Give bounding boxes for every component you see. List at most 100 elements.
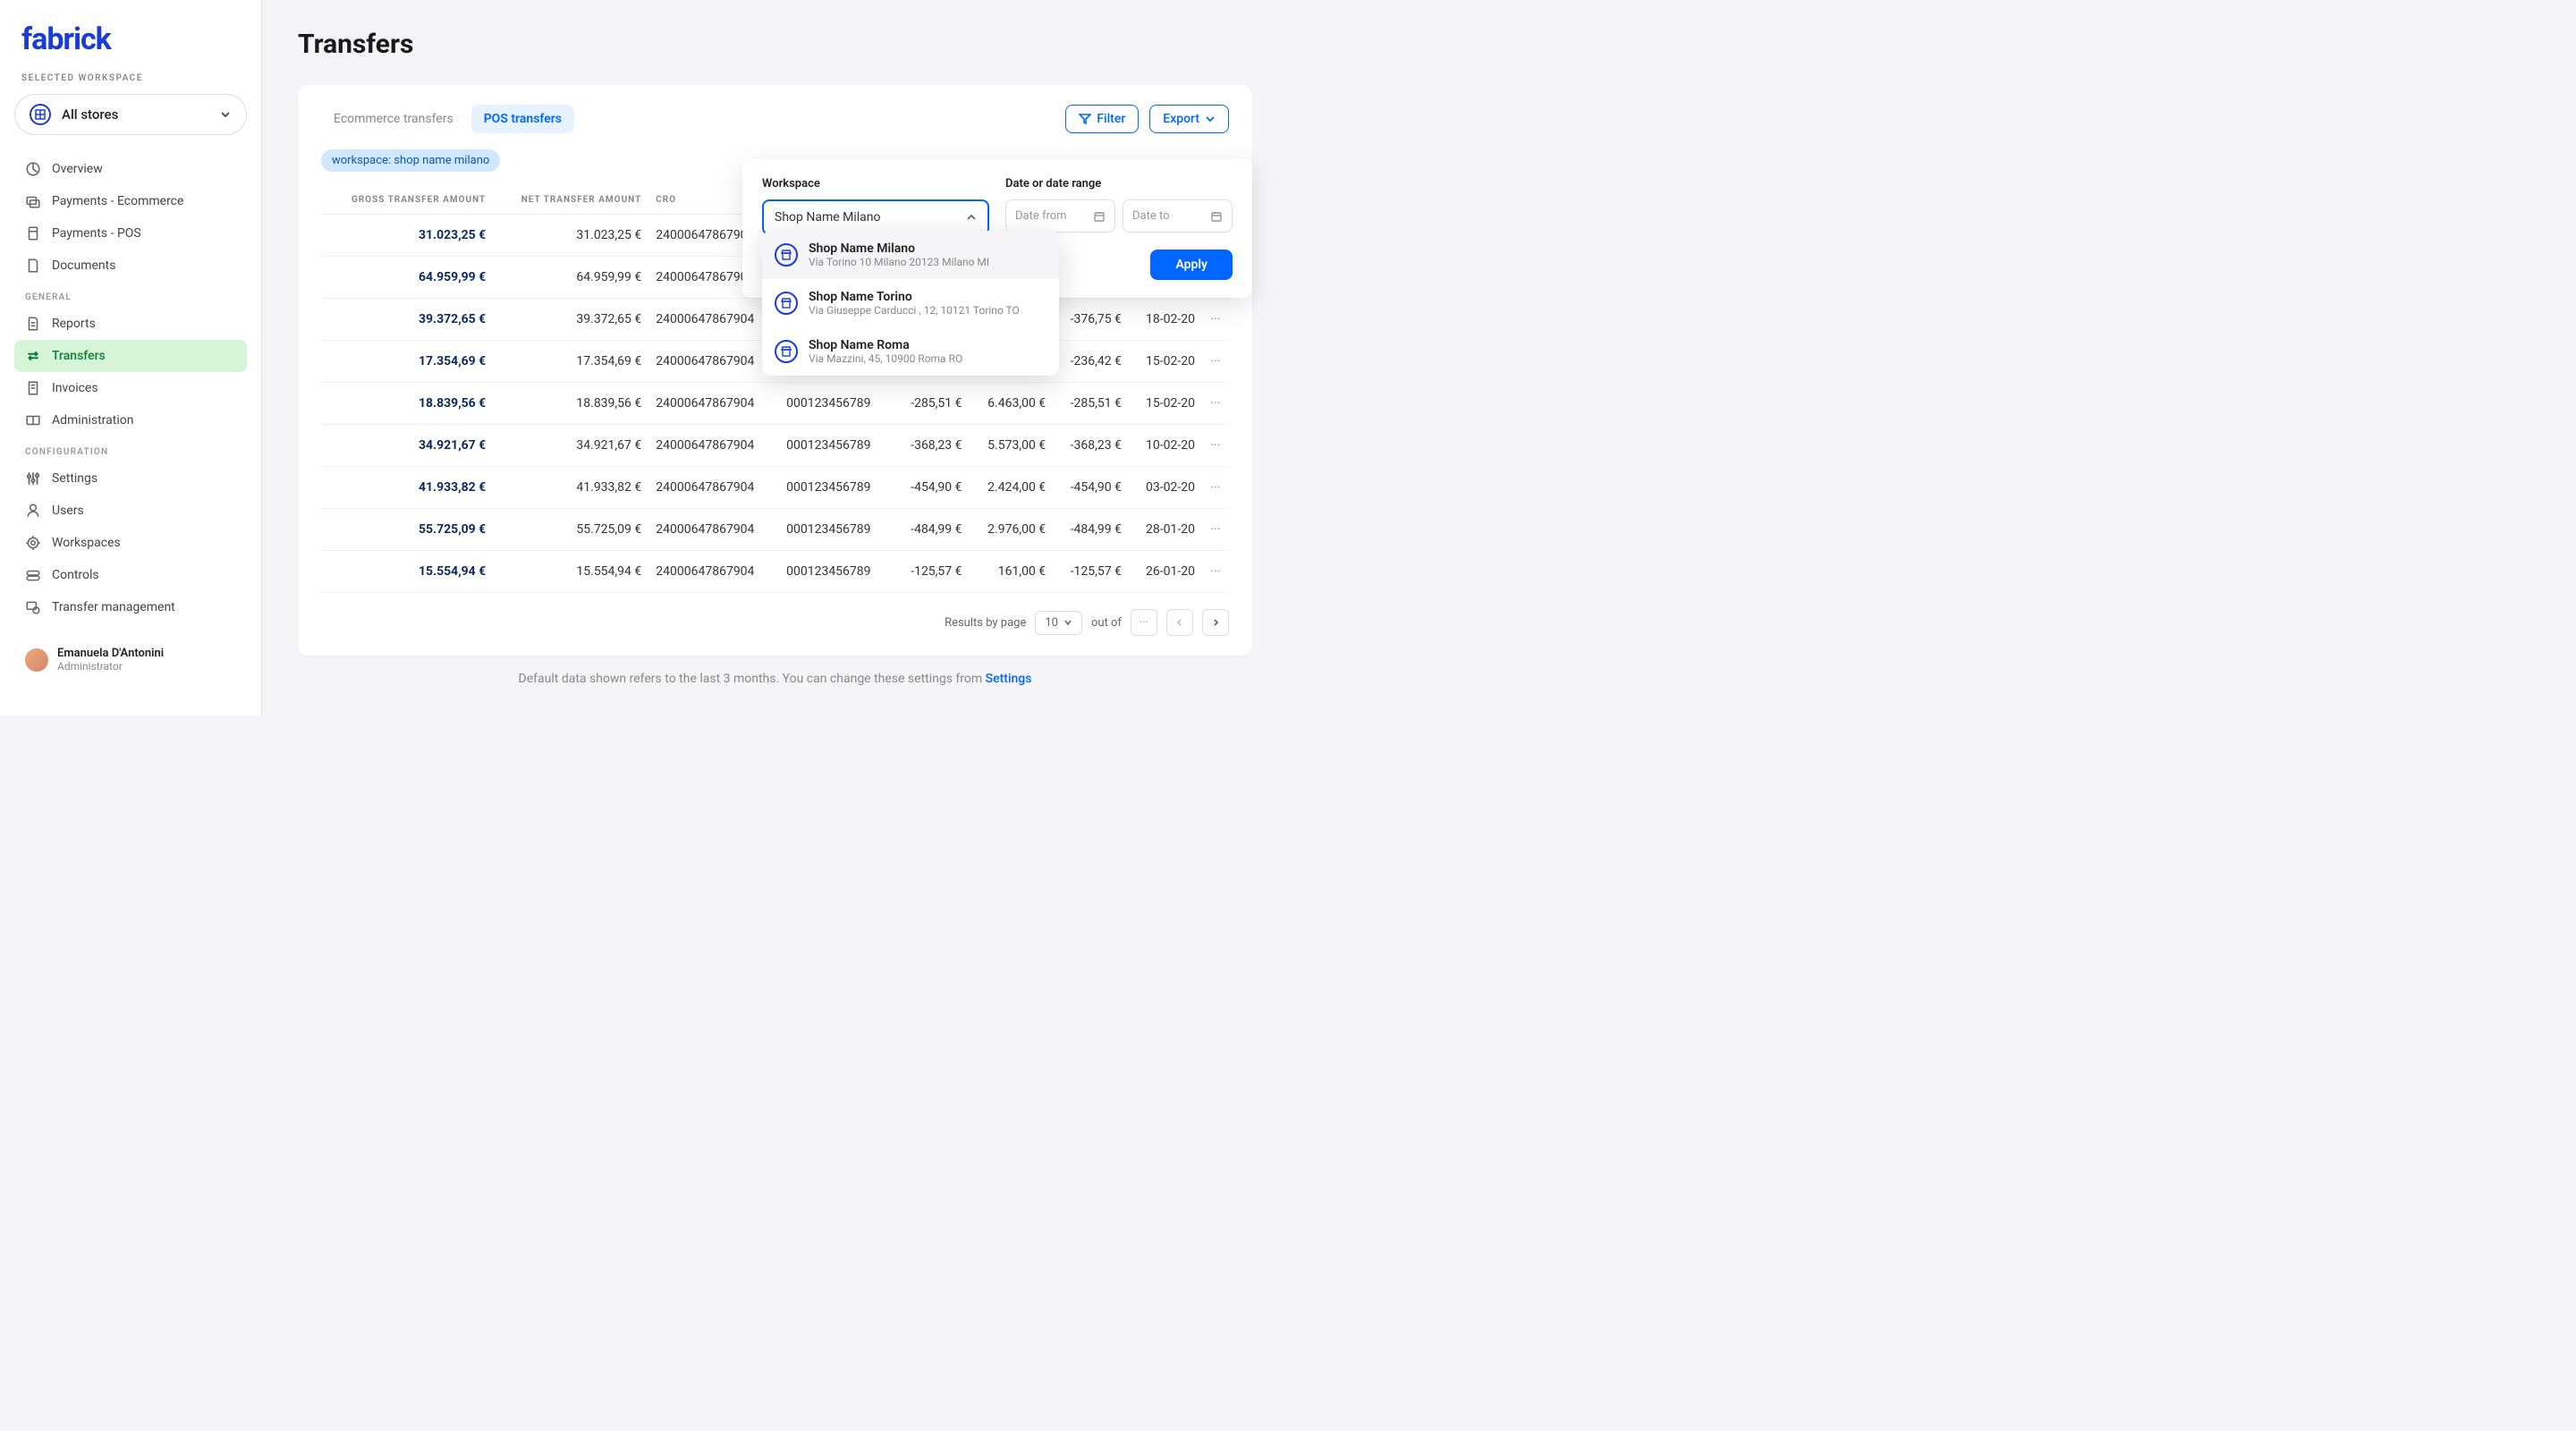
- section-config-header: CONFIGURATION: [14, 436, 247, 462]
- sidebar-item-users[interactable]: Users: [14, 495, 247, 527]
- workspace-option[interactable]: Shop Name RomaVia Mazzini, 45, 10900 Rom…: [762, 327, 1059, 376]
- sidebar-item-settings[interactable]: Settings: [14, 462, 247, 495]
- calendar-icon: [1093, 210, 1106, 223]
- cell-net: 17.354,69 €: [493, 341, 648, 383]
- page-prev-button[interactable]: [1166, 609, 1193, 636]
- nav-label: Administration: [52, 413, 133, 428]
- option-address: Via Mazzini, 45, 10900 Roma RO: [809, 352, 962, 365]
- cell: -376,75 €: [1053, 299, 1129, 341]
- option-name: Shop Name Milano: [809, 241, 989, 256]
- cell-net: 39.372,65 €: [493, 299, 648, 341]
- workspace-select-box[interactable]: Shop Name Milano: [762, 199, 989, 235]
- option-name: Shop Name Roma: [809, 338, 962, 352]
- table-row[interactable]: 41.933,82 €41.933,82 €240006478679040001…: [321, 467, 1229, 509]
- sidebar-item-invoices[interactable]: Invoices: [14, 372, 247, 404]
- results-label: Results by page: [945, 616, 1026, 630]
- user-block[interactable]: Emanuela D'Antonini Administrator: [14, 639, 247, 680]
- sidebar-item-workspaces[interactable]: Workspaces: [14, 527, 247, 559]
- chevron-down-icon: [219, 108, 232, 121]
- cell-gross: 64.959,99 €: [321, 257, 493, 299]
- payments-pos-icon: [25, 225, 41, 241]
- workspace-option[interactable]: Shop Name TorinoVia Giuseppe Carducci , …: [762, 279, 1059, 327]
- sidebar-item-payments-pos[interactable]: Payments - POS: [14, 217, 247, 250]
- row-actions-button[interactable]: ···: [1202, 299, 1229, 341]
- cell: -125,57 €: [894, 551, 970, 593]
- tab-ecommerce-transfers[interactable]: Ecommerce transfers: [321, 105, 466, 133]
- cell: 2.424,00 €: [970, 467, 1054, 509]
- table-row[interactable]: 34.921,67 €34.921,67 €240006478679040001…: [321, 425, 1229, 467]
- cell-gross: 15.554,94 €: [321, 551, 493, 593]
- workspace-selector[interactable]: All stores: [14, 94, 247, 135]
- nav-label: Reports: [52, 317, 96, 331]
- cell: 15-02-20: [1129, 341, 1202, 383]
- page-next-button[interactable]: [1202, 609, 1229, 636]
- cell: 18-02-20: [1129, 299, 1202, 341]
- row-actions-button[interactable]: ···: [1202, 341, 1229, 383]
- sidebar-item-transfer-management[interactable]: Transfer management: [14, 591, 247, 623]
- cell: -454,90 €: [1053, 467, 1129, 509]
- date-from-input[interactable]: Date from: [1005, 199, 1115, 233]
- table-row[interactable]: 18.839,56 €18.839,56 €240006478679040001…: [321, 383, 1229, 425]
- cell: -285,51 €: [1053, 383, 1129, 425]
- footer-text: Default data shown refers to the last 3 …: [519, 672, 986, 686]
- sidebar-item-documents[interactable]: Documents: [14, 250, 247, 282]
- cell-gross: 31.023,25 €: [321, 215, 493, 257]
- footer-note: Default data shown refers to the last 3 …: [298, 672, 1252, 686]
- page-size-value: 10: [1045, 616, 1058, 630]
- sidebar-item-transfers[interactable]: Transfers: [14, 340, 247, 372]
- cell-net: 18.839,56 €: [493, 383, 648, 425]
- cell-cro: 24000647867904: [648, 509, 779, 551]
- store-icon: [775, 243, 798, 267]
- table-row[interactable]: 55.725,09 €55.725,09 €240006478679040001…: [321, 509, 1229, 551]
- sidebar-item-payments-ecommerce[interactable]: Payments - Ecommerce: [14, 185, 247, 217]
- page-title: Transfers: [298, 29, 1252, 60]
- calendar-icon: [1210, 210, 1223, 223]
- nav-label: Overview: [52, 162, 103, 176]
- brand-logo: fabrick: [14, 21, 247, 57]
- workspace-option[interactable]: Shop Name MilanoVia Torino 10 Milano 201…: [762, 231, 1059, 279]
- transfers-icon: [25, 348, 41, 364]
- date-from-placeholder: Date from: [1015, 209, 1067, 223]
- cell-transfer: 000123456789: [779, 425, 894, 467]
- footer-settings-link[interactable]: Settings: [986, 672, 1032, 686]
- cell-gross: 55.725,09 €: [321, 509, 493, 551]
- cell-cro: 24000647867904: [648, 383, 779, 425]
- row-actions-button[interactable]: ···: [1202, 467, 1229, 509]
- row-actions-button[interactable]: ···: [1202, 509, 1229, 551]
- sidebar: fabrick SELECTED WORKSPACE All stores Ov…: [0, 0, 262, 716]
- filter-chip-workspace[interactable]: workspace: shop name milano: [321, 149, 500, 172]
- tab-pos-transfers[interactable]: POS transfers: [471, 105, 574, 133]
- cell-net: 41.933,82 €: [493, 467, 648, 509]
- cell-gross: 39.372,65 €: [321, 299, 493, 341]
- sidebar-item-administration[interactable]: Administration: [14, 404, 247, 436]
- row-actions-button[interactable]: ···: [1202, 551, 1229, 593]
- sidebar-item-controls[interactable]: Controls: [14, 559, 247, 591]
- settings-icon: [25, 470, 41, 487]
- sidebar-item-reports[interactable]: Reports: [14, 308, 247, 340]
- sidebar-item-overview[interactable]: Overview: [14, 153, 247, 185]
- cell-transfer: 000123456789: [779, 551, 894, 593]
- cell-gross: 41.933,82 €: [321, 467, 493, 509]
- row-actions-button[interactable]: ···: [1202, 383, 1229, 425]
- cell: -285,51 €: [894, 383, 970, 425]
- export-button[interactable]: Export: [1149, 105, 1229, 133]
- date-to-input[interactable]: Date to: [1123, 199, 1233, 233]
- export-label: Export: [1163, 112, 1199, 126]
- option-address: Via Giuseppe Carducci , 12, 10121 Torino…: [809, 304, 1020, 317]
- option-address: Via Torino 10 Milano 20123 Milano MI: [809, 256, 989, 268]
- filter-date-label: Date or date range: [1005, 177, 1233, 191]
- filter-button[interactable]: Filter: [1065, 105, 1139, 133]
- page-size-select[interactable]: 10: [1035, 611, 1082, 635]
- payments-ecommerce-icon: [25, 193, 41, 209]
- reports-icon: [25, 316, 41, 332]
- table-row[interactable]: 15.554,94 €15.554,94 €240006478679040001…: [321, 551, 1229, 593]
- cell: 26-01-20: [1129, 551, 1202, 593]
- cell-gross: 34.921,67 €: [321, 425, 493, 467]
- nav-label: Transfers: [52, 349, 106, 363]
- user-name: Emanuela D'Antonini: [57, 647, 164, 660]
- row-actions-button[interactable]: ···: [1202, 425, 1229, 467]
- nav-label: Transfer management: [52, 600, 175, 614]
- apply-button[interactable]: Apply: [1150, 250, 1233, 280]
- nav-label: Documents: [52, 258, 115, 273]
- page-total-button[interactable]: ···: [1131, 609, 1157, 636]
